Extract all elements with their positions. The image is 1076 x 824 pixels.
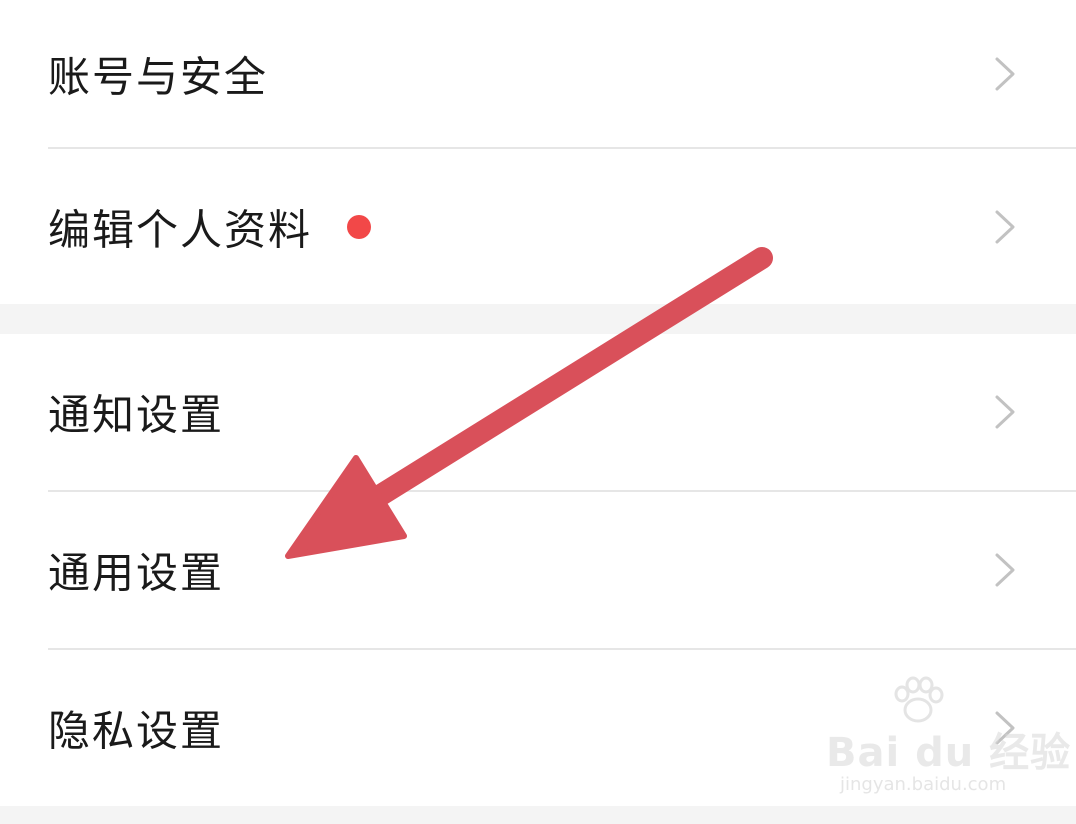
- settings-row-notifications[interactable]: 通知设置: [0, 334, 1076, 490]
- watermark-brand: Bai du 经验: [826, 730, 1072, 776]
- row-label: 通知设置: [48, 390, 225, 440]
- chevron-right-icon: [995, 395, 1015, 429]
- row-label: 编辑个人资料: [48, 205, 313, 254]
- red-dot-badge: [347, 214, 371, 239]
- settings-row-account-security[interactable]: 账号与安全: [0, 0, 1076, 148]
- section-gap: [0, 304, 1076, 334]
- row-label: 通用设置: [48, 548, 225, 598]
- section-gap: [0, 806, 1076, 824]
- watermark: Bai du 经验 jingyan.baidu.com: [818, 676, 1070, 802]
- chevron-right-icon: [995, 553, 1015, 587]
- settings-group-account: 账号与安全 编辑个人资料: [0, 0, 1076, 254]
- settings-screen: 账号与安全 编辑个人资料 通知设置 通用设置 隐私设置 Bai du 经验 ji…: [0, 0, 1076, 824]
- row-label: 隐私设置: [48, 706, 225, 756]
- chevron-right-icon: [995, 210, 1015, 243]
- settings-row-general[interactable]: 通用设置: [0, 492, 1076, 648]
- paw-icon: [894, 676, 944, 723]
- row-label: 账号与安全: [48, 52, 269, 102]
- watermark-site: jingyan.baidu.com: [840, 774, 1007, 795]
- chevron-right-icon: [995, 57, 1015, 91]
- settings-row-edit-profile[interactable]: 编辑个人资料: [0, 149, 1076, 304]
